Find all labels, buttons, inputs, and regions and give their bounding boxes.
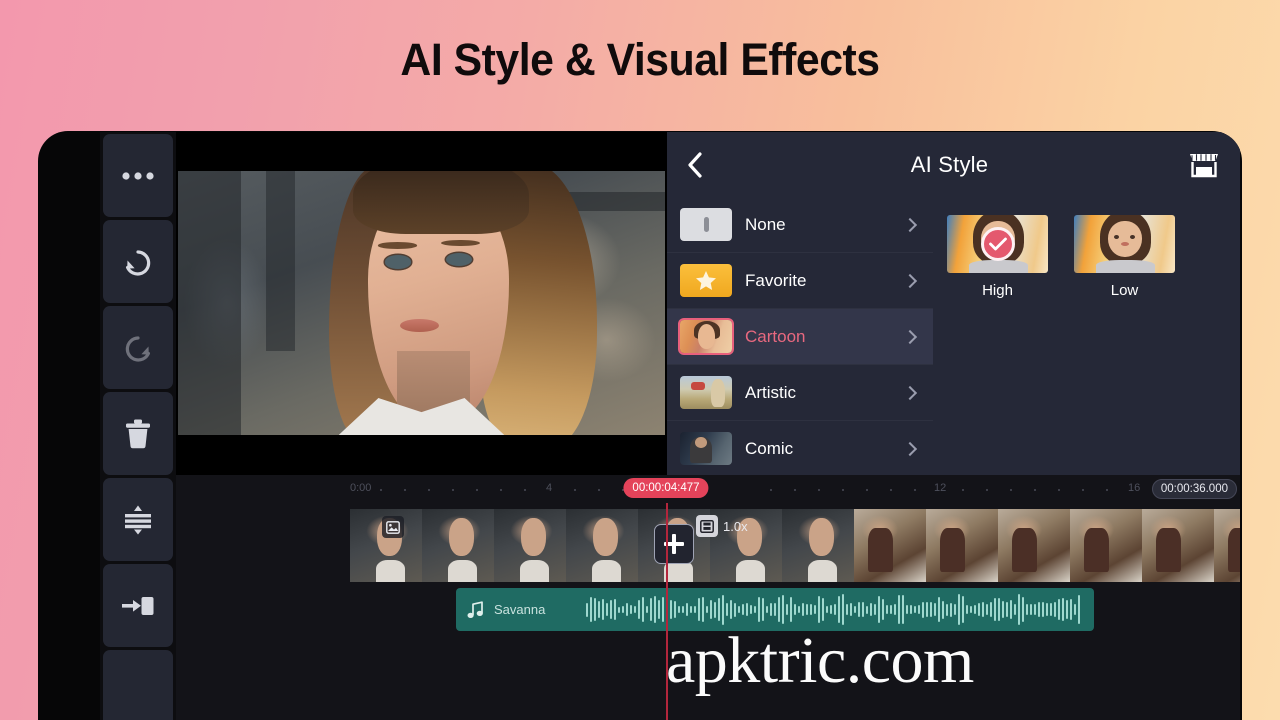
clip-frame <box>998 509 1070 582</box>
store-icon <box>1190 153 1218 177</box>
back-button[interactable] <box>687 151 713 178</box>
preview-shadow-left <box>178 171 242 435</box>
tool-rail <box>100 132 176 720</box>
undo-icon <box>126 249 151 276</box>
playhead-time-badge[interactable]: 00:00:04:477 <box>623 478 709 498</box>
intensity-label: High <box>982 282 1013 299</box>
redo-icon <box>125 335 150 362</box>
clip-frame <box>926 509 998 582</box>
style-row-favorite[interactable]: Favorite <box>667 253 933 309</box>
timeline-ruler[interactable]: 0:00 4 8 12 16 <box>350 475 1240 507</box>
preview-hair-top <box>353 171 529 235</box>
store-button[interactable] <box>1186 151 1220 179</box>
more-options-button[interactable] <box>103 134 173 217</box>
style-list[interactable]: None Favorite Cartoon Artistic Comic <box>667 197 933 475</box>
image-icon <box>386 520 400 534</box>
clip-frame <box>350 509 422 582</box>
style-label: Comic <box>745 438 794 458</box>
ruler-tick-label: 12 <box>934 482 947 494</box>
style-thumb-none <box>680 208 732 241</box>
clip-image-badge <box>382 516 404 538</box>
style-label: None <box>745 214 786 234</box>
chevron-right-icon <box>902 273 918 288</box>
ruler-tick-label: 0:00 <box>350 482 372 494</box>
total-duration-badge: 00:00:36.000 <box>1151 479 1237 499</box>
clip-speed-badge[interactable]: 1.0x <box>696 515 748 537</box>
chevron-right-icon <box>902 217 918 232</box>
chevron-right-icon <box>902 441 918 456</box>
delete-button[interactable] <box>103 392 173 475</box>
ellipsis-icon <box>122 171 154 180</box>
style-label: Favorite <box>745 270 807 290</box>
style-thumb-comic <box>680 432 732 465</box>
style-thumb-favorite <box>680 264 732 297</box>
intensity-option-high[interactable]: High <box>947 215 1048 475</box>
star-icon <box>696 271 716 290</box>
music-note-icon <box>465 600 485 620</box>
watermark: apktric.com <box>666 624 974 697</box>
preview-eye-right <box>445 252 473 267</box>
redo-button[interactable] <box>103 306 173 389</box>
video-track[interactable] <box>350 509 1240 582</box>
preview-brow-right <box>440 239 480 246</box>
selected-check-icon <box>980 227 1015 261</box>
ruler-tick-label: 16 <box>1128 482 1141 494</box>
clip-frame <box>1142 509 1214 582</box>
clip-speed-label: 1.0x <box>723 518 748 534</box>
screenshot-stage: AI Style & Visual Effects AI Style None … <box>0 0 1280 720</box>
preview-eye-left <box>384 255 412 269</box>
intensity-option-low[interactable]: Low <box>1074 215 1175 475</box>
audio-clip-name: Savanna <box>494 602 546 617</box>
intensity-thumb-low <box>1074 215 1175 273</box>
preview-shadow-bar <box>265 171 295 351</box>
ruler-tick-label: 4 <box>546 482 553 494</box>
chevron-left-icon <box>688 151 702 178</box>
trash-icon <box>126 419 150 448</box>
tablet-device-frame: AI Style None Favorite Cartoon Artistic … <box>38 131 1242 720</box>
page-title: AI Style & Visual Effects <box>400 34 880 85</box>
music-note-glyph <box>467 600 483 618</box>
preview-lips <box>399 318 439 333</box>
clip-frame <box>782 509 854 582</box>
chevron-right-icon <box>902 385 918 400</box>
style-row-comic[interactable]: Comic <box>667 421 933 475</box>
film-strip-icon <box>700 519 714 533</box>
clip-frame <box>422 509 494 582</box>
clip-speed-icon <box>696 515 718 537</box>
intensity-thumb-high <box>947 215 1048 273</box>
panel-body: None Favorite Cartoon Artistic Comic Hig… <box>667 197 1240 475</box>
clip-frame <box>854 509 926 582</box>
distribute-button[interactable] <box>103 478 173 561</box>
video-preview[interactable] <box>176 132 667 475</box>
distribute-icon <box>125 505 151 534</box>
clip-frame <box>494 509 566 582</box>
panel-header: AI Style <box>667 132 1240 197</box>
style-row-cartoon[interactable]: Cartoon <box>667 309 933 365</box>
style-label: Artistic <box>745 382 796 402</box>
insert-clip-button[interactable] <box>103 564 173 647</box>
intensity-label: Low <box>1110 282 1139 299</box>
video-clip-1[interactable] <box>350 509 854 582</box>
video-clip-2[interactable] <box>854 509 1240 582</box>
check-icon <box>988 237 1007 251</box>
preview-brow-left <box>377 242 417 249</box>
style-row-artistic[interactable]: Artistic <box>667 365 933 421</box>
clip-frame <box>566 509 638 582</box>
insert-arrow-icon <box>122 596 154 615</box>
clip-frame <box>1070 509 1142 582</box>
style-row-none[interactable]: None <box>667 197 933 253</box>
clip-frame <box>1214 509 1240 582</box>
chevron-right-icon <box>902 329 918 344</box>
ai-style-panel: AI Style None Favorite Cartoon Artistic … <box>667 132 1240 475</box>
undo-button[interactable] <box>103 220 173 303</box>
preview-canvas <box>178 171 665 435</box>
add-transition-button[interactable] <box>654 524 694 564</box>
intensity-options: High Low <box>933 197 1240 475</box>
style-thumb-cartoon <box>680 320 732 353</box>
style-label: Cartoon <box>745 326 806 346</box>
extra-tool-button[interactable] <box>103 650 173 720</box>
panel-title: AI Style <box>910 151 989 177</box>
style-thumb-artistic <box>680 376 732 409</box>
